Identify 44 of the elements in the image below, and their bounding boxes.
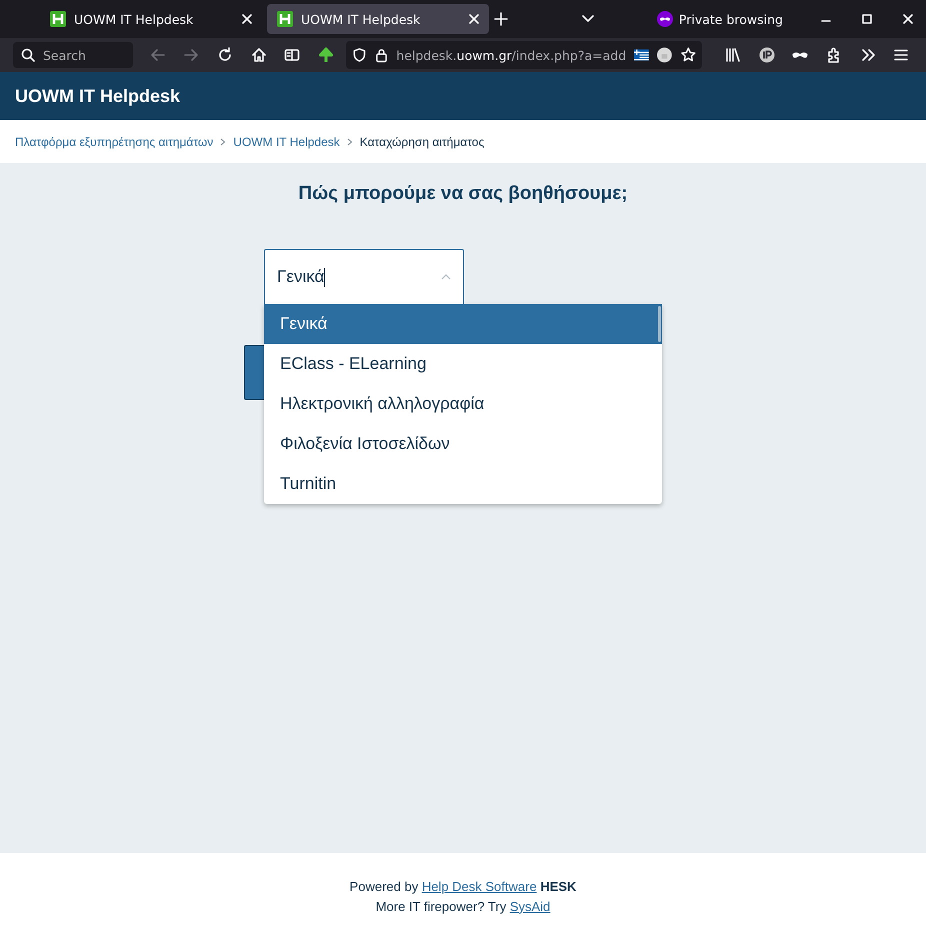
footer-link[interactable]: Help Desk Software [422,878,537,894]
footer-text: Powered by Help Desk Software HESK [350,878,576,894]
favicon-icon [50,11,66,27]
breadcrumb-current: Καταχώρηση αιτήματος [360,134,484,148]
dropdown-option[interactable]: Turnitin [264,464,662,504]
browser-tab[interactable]: UOWM IT Helpdesk [267,4,489,34]
new-tab-icon[interactable] [494,12,508,26]
dropdown-option[interactable]: Φιλοξενία Ιστοσελίδων [264,424,662,464]
private-browsing-label: Private browsing [678,12,783,26]
chevron-up-icon [441,274,451,280]
reader-view-icon[interactable] [283,46,302,64]
chevron-right-icon [346,138,353,146]
address-bar[interactable]: helpdesk.uowm.gr/index.php?a=add [346,41,702,69]
search-field[interactable]: Search [13,42,133,68]
close-icon[interactable] [242,14,252,24]
maximize-icon[interactable] [860,12,874,26]
favicon-icon [277,11,293,27]
mask-icon [656,11,673,27]
search-icon [21,48,35,62]
close-icon[interactable] [469,14,479,24]
lock-icon [375,47,388,63]
dropdown-option[interactable]: EClass - ELearning [264,344,662,384]
home-icon[interactable] [250,46,268,64]
page-heading: Πώς μπορούμε να σας βοηθήσουμε; [298,183,628,205]
footer-link[interactable]: SysAid [510,898,550,914]
star-icon[interactable] [680,46,696,64]
site-title[interactable]: UOWM IT Helpdesk [15,86,180,106]
chevron-down-icon[interactable] [582,15,594,23]
dropdown-option[interactable]: Ηλεκτρονική αλληλογραφία [264,384,662,424]
close-icon[interactable] [901,12,915,26]
ip-icon[interactable] [758,46,776,64]
dropdown-option[interactable]: Γενικά [264,304,662,344]
shield-icon [352,47,368,63]
library-icon[interactable] [724,46,742,64]
footer-text: More IT firepower? Try SysAid [376,898,550,914]
up-arrow-icon[interactable] [316,46,335,64]
scrollbar-thumb[interactable] [658,306,661,342]
flag-icon [634,49,649,61]
breadcrumb-link[interactable]: UOWM IT Helpdesk [233,134,340,148]
category-select[interactable]: Γενικά [264,249,464,305]
url-text: helpdesk.uowm.gr/index.php?a=add [396,48,626,62]
chevron-right-icon [220,138,226,146]
browser-tab[interactable]: UOWM IT Helpdesk [40,4,262,34]
breadcrumb-link[interactable]: Πλατφόρμα εξυπηρέτησης αιτημάτων [15,134,214,148]
